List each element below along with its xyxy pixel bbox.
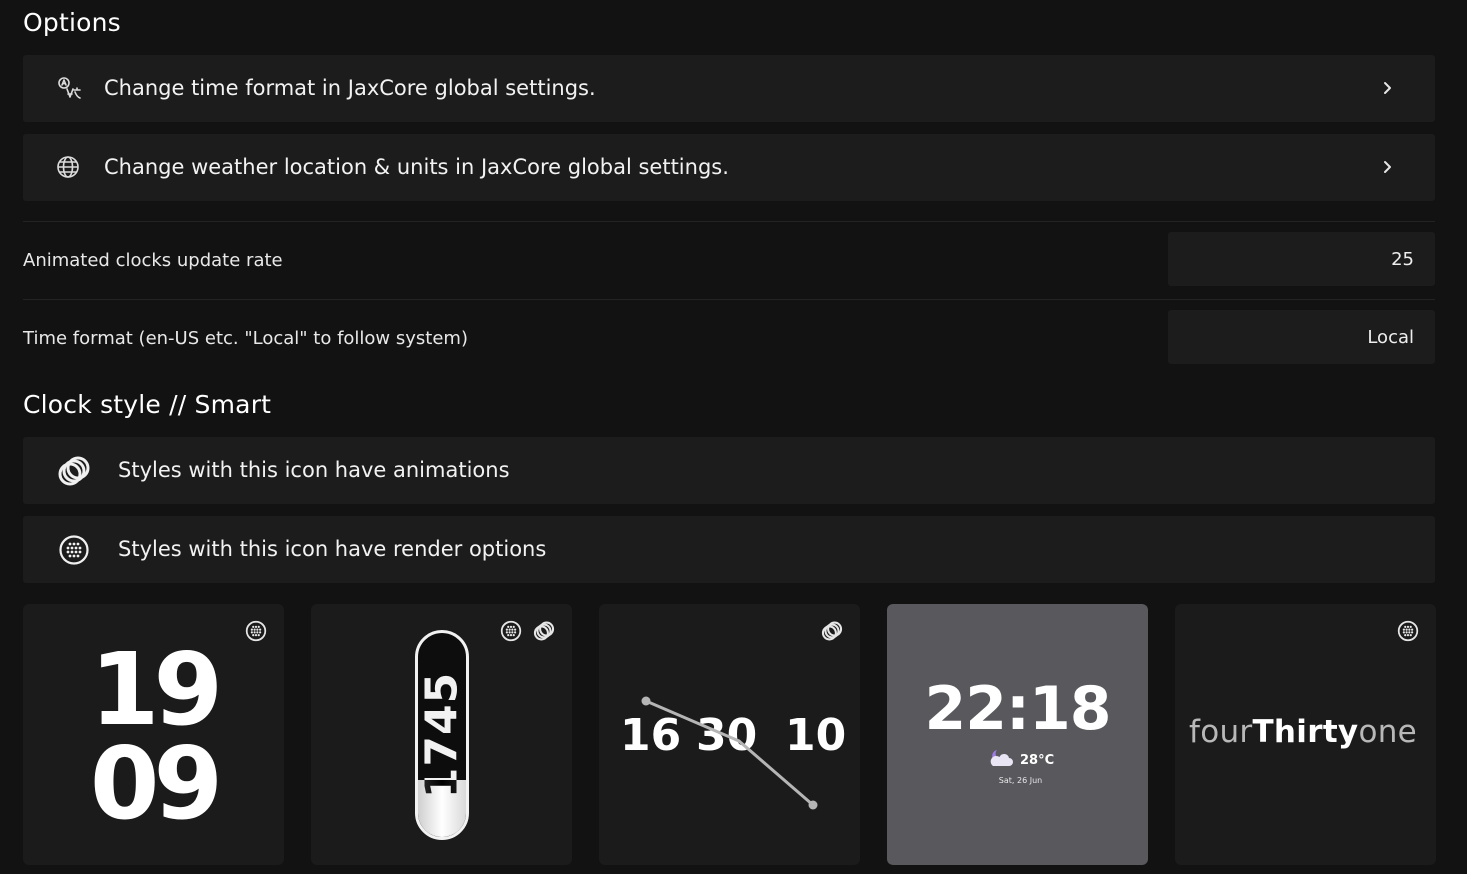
time-format-input[interactable] [1168, 310, 1435, 364]
clock-hand-lines [641, 696, 818, 810]
legend-render-options-label: Styles with this icon have render option… [118, 537, 547, 561]
rings-icon [533, 620, 555, 642]
clock-minutes: 09 [89, 725, 223, 842]
divider [23, 299, 1435, 300]
clock-style-heading: Clock style // Smart [23, 390, 272, 419]
dots-circle-icon [1397, 620, 1419, 642]
time-format-link-label: Change time format in JaxCore global set… [104, 76, 596, 100]
options-heading: Options [23, 8, 121, 37]
dots-circle-icon [500, 620, 522, 642]
weather-location-link-label: Change weather location & units in JaxCo… [104, 155, 729, 179]
clock-style-card[interactable]: 1745 [311, 604, 572, 865]
temperature: 28°C [1020, 752, 1055, 768]
chevron-right-icon [1377, 156, 1399, 178]
legend-animations: Styles with this icon have animations [23, 437, 1435, 504]
pill-clock: 1745 [415, 630, 469, 840]
weather-info: 28°C [988, 750, 1054, 770]
legend-render-options: Styles with this icon have render option… [23, 516, 1435, 583]
time-format-label: Time format (en-US etc. "Local" to follo… [23, 328, 468, 349]
clock-style-card[interactable]: 16 30 10 [599, 604, 860, 865]
rings-icon [56, 453, 92, 489]
clock-style-card[interactable]: fourThirtyone [1175, 604, 1436, 865]
date-label: Sat, 26 Jun [998, 776, 1043, 785]
dots-circle-icon [56, 532, 92, 568]
divider [23, 221, 1435, 222]
weather-location-link[interactable]: Change weather location & units in JaxCo… [23, 134, 1435, 201]
word-clock-hour: four [1189, 714, 1253, 750]
word-clock: fourThirtyone [1189, 714, 1417, 750]
clock-style-card-selected[interactable]: 22:18 28°C Sat, 26 Jun [887, 604, 1148, 865]
chevron-right-icon [1377, 77, 1399, 99]
word-clock-minutes: Thirty [1252, 714, 1359, 750]
globe-icon [55, 154, 81, 180]
clock-time: 22:18 [924, 674, 1112, 744]
translate-icon [55, 75, 81, 101]
moon-cloud-icon [988, 748, 1014, 772]
update-rate-input[interactable] [1168, 232, 1435, 286]
clock-settings-page: Options Change time format in JaxCore gl… [0, 0, 1467, 874]
legend-animations-label: Styles with this icon have animations [118, 458, 510, 482]
time-format-link[interactable]: Change time format in JaxCore global set… [23, 55, 1435, 122]
update-rate-label: Animated clocks update rate [23, 250, 283, 271]
word-clock-minutes-suffix: one [1358, 714, 1418, 750]
clock-style-card[interactable]: 19 09 [23, 604, 284, 865]
pill-clock-time: 1745 [416, 671, 468, 799]
